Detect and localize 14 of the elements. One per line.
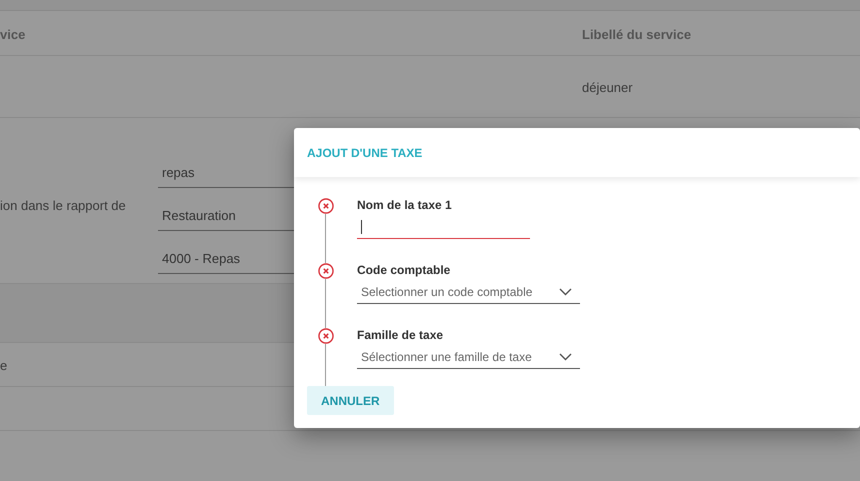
select-field[interactable]: Selectionner un code comptable [357, 281, 580, 304]
field-label: Famille de taxe [357, 327, 444, 343]
select-field[interactable]: Sélectionner une famille de taxe [357, 346, 580, 369]
field-label: ion dans le rapport de [0, 197, 126, 215]
cancel-button[interactable]: ANNULER [307, 386, 394, 415]
column-header: Libellé du service [582, 26, 692, 44]
column-header: vice [0, 26, 26, 44]
chevron-down-icon [559, 288, 572, 296]
table-cell-text: e [0, 357, 8, 375]
dialog-title: AJOUT D'UNE TAXE [307, 144, 422, 162]
chevron-down-icon [559, 353, 572, 361]
table-cell-text: déjeuner [582, 79, 633, 97]
field-label: Nom de la taxe 1 [357, 197, 453, 213]
field-label: Code comptable [357, 262, 452, 278]
